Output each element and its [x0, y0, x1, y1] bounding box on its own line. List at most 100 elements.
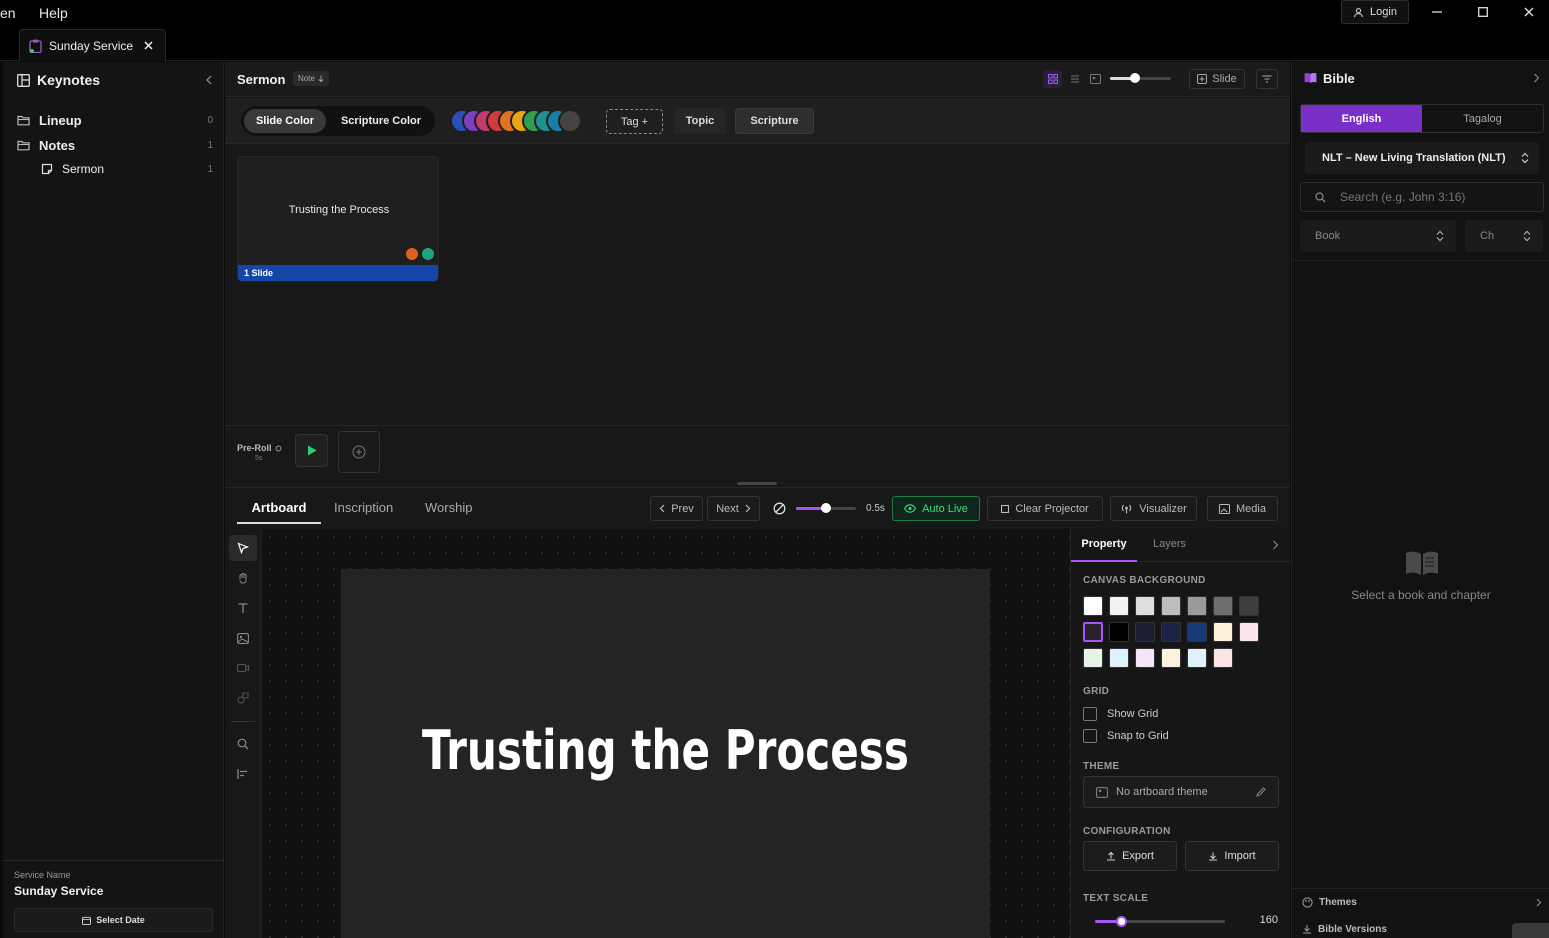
sidebar-item-sermon[interactable]: Sermon 1 — [41, 159, 213, 179]
visualizer-button[interactable]: Visualizer — [1110, 496, 1197, 521]
background-swatch[interactable] — [1083, 648, 1103, 668]
prev-button[interactable]: Prev — [650, 496, 703, 521]
artboard-canvas[interactable]: Trusting the Process — [262, 529, 1070, 938]
menu-help[interactable]: Help — [39, 5, 68, 21]
select-tool[interactable] — [229, 535, 257, 561]
text-scale-slider[interactable] — [1095, 916, 1225, 927]
sidebar-item-lineup[interactable]: Lineup 0 — [17, 110, 213, 130]
minimize-button[interactable] — [1426, 3, 1448, 21]
media-button[interactable]: Media — [1207, 496, 1278, 521]
artboard-title-text[interactable]: Trusting the Process — [412, 719, 918, 782]
close-tab-icon[interactable] — [144, 41, 153, 50]
background-swatch[interactable] — [1213, 596, 1233, 616]
bible-versions-link[interactable]: Bible Versions — [1302, 921, 1502, 937]
background-swatch[interactable] — [1135, 622, 1155, 642]
background-swatch[interactable] — [1135, 596, 1155, 616]
scripture-color-toggle[interactable]: Scripture Color — [329, 109, 433, 133]
background-swatch[interactable] — [1187, 596, 1207, 616]
background-swatch[interactable] — [1213, 622, 1233, 642]
gear-icon[interactable] — [275, 445, 282, 452]
bible-search-field[interactable] — [1300, 182, 1544, 212]
close-window-button[interactable] — [1518, 3, 1540, 21]
chevron-right-icon[interactable] — [1533, 73, 1540, 83]
bible-search-input[interactable] — [1340, 190, 1530, 204]
background-swatch[interactable] — [1109, 622, 1129, 642]
pencil-icon[interactable] — [1256, 787, 1266, 797]
menu-open[interactable]: en — [0, 5, 16, 21]
translation-select[interactable]: NLT – New Living Translation (NLT) — [1305, 142, 1539, 174]
topic-button[interactable]: Topic — [674, 108, 726, 134]
background-swatch[interactable] — [1083, 596, 1103, 616]
sidebar-item-notes[interactable]: Notes 1 — [17, 135, 213, 155]
export-button[interactable]: Export — [1083, 841, 1177, 871]
background-swatch[interactable] — [1239, 596, 1259, 616]
slide-color-toggle[interactable]: Slide Color — [244, 109, 326, 133]
background-swatch[interactable] — [1109, 648, 1129, 668]
tab-artboard[interactable]: Artboard — [237, 488, 321, 524]
floating-panel-tab[interactable] — [1512, 923, 1549, 938]
text-scale-thumb[interactable] — [1116, 916, 1127, 927]
zoom-tool[interactable] — [229, 731, 257, 757]
text-tool[interactable] — [229, 595, 257, 621]
shape-tool[interactable] — [229, 685, 257, 711]
add-preroll-button[interactable] — [338, 431, 380, 473]
scripture-button[interactable]: Scripture — [735, 108, 814, 134]
artboard[interactable]: Trusting the Process — [341, 569, 990, 938]
tab-inscription[interactable]: Inscription — [334, 500, 393, 515]
sidebar-item-label: Sermon — [62, 162, 105, 176]
background-swatch[interactable] — [1109, 596, 1129, 616]
show-grid-checkbox[interactable] — [1083, 707, 1097, 721]
background-swatch[interactable] — [1083, 622, 1103, 642]
tab-property[interactable]: Property — [1071, 529, 1137, 562]
themes-link[interactable]: Themes — [1302, 894, 1542, 910]
snap-to-grid-checkbox[interactable] — [1083, 729, 1097, 743]
slide-card[interactable]: Trusting the Process 1 Slide — [237, 156, 439, 282]
palette-color-9[interactable] — [558, 109, 582, 133]
background-swatch[interactable] — [1161, 648, 1181, 668]
resize-handle[interactable] — [737, 482, 777, 485]
select-date-button[interactable]: Select Date — [14, 908, 213, 932]
clear-projector-button[interactable]: Clear Projector — [987, 496, 1103, 521]
background-swatch[interactable] — [1239, 622, 1259, 642]
background-swatch[interactable] — [1135, 648, 1155, 668]
background-swatch[interactable] — [1161, 596, 1181, 616]
grid-view-button[interactable] — [1043, 70, 1062, 88]
tab-worship[interactable]: Worship — [425, 500, 472, 515]
chevron-left-icon[interactable] — [205, 75, 213, 85]
image-tool[interactable] — [229, 625, 257, 651]
theme-selector[interactable]: No artboard theme — [1083, 776, 1279, 808]
background-swatch[interactable] — [1161, 622, 1181, 642]
transition-slider-thumb[interactable] — [821, 503, 831, 513]
background-swatch[interactable] — [1187, 622, 1207, 642]
tab-layers[interactable]: Layers — [1153, 538, 1186, 550]
maximize-button[interactable] — [1472, 3, 1494, 21]
add-slide-button[interactable]: Slide — [1189, 69, 1245, 89]
page-title: Sermon — [237, 72, 286, 87]
theme-value: No artboard theme — [1116, 786, 1208, 798]
slide-card-footer: 1 Slide — [238, 265, 438, 281]
list-view-button[interactable] — [1067, 70, 1083, 88]
tab-tagalog[interactable]: Tagalog — [1422, 105, 1543, 132]
next-button[interactable]: Next — [707, 496, 760, 521]
image-view-button[interactable] — [1087, 70, 1103, 88]
auto-live-button[interactable]: Auto Live — [892, 496, 980, 521]
tab-sunday-service[interactable]: Sunday Service — [19, 29, 166, 61]
filter-button[interactable] — [1256, 69, 1278, 89]
transition-slider[interactable] — [796, 503, 856, 513]
zoom-slider-thumb[interactable] — [1130, 73, 1140, 83]
align-tool[interactable] — [229, 761, 257, 787]
note-badge[interactable]: Note — [293, 71, 329, 86]
chevron-right-icon[interactable] — [1272, 540, 1279, 550]
hand-tool[interactable] — [229, 565, 257, 591]
login-button[interactable]: Login — [1341, 0, 1409, 24]
play-preroll-button[interactable] — [295, 434, 328, 467]
background-swatch[interactable] — [1187, 648, 1207, 668]
book-select[interactable]: Book — [1300, 220, 1456, 252]
background-swatch[interactable] — [1213, 648, 1233, 668]
zoom-slider[interactable] — [1110, 73, 1171, 83]
import-button[interactable]: Import — [1185, 841, 1279, 871]
tab-english[interactable]: English — [1301, 105, 1422, 132]
chapter-select[interactable]: Ch — [1465, 220, 1543, 252]
video-tool[interactable] — [229, 655, 257, 681]
add-tag-button[interactable]: Tag + — [606, 109, 663, 134]
